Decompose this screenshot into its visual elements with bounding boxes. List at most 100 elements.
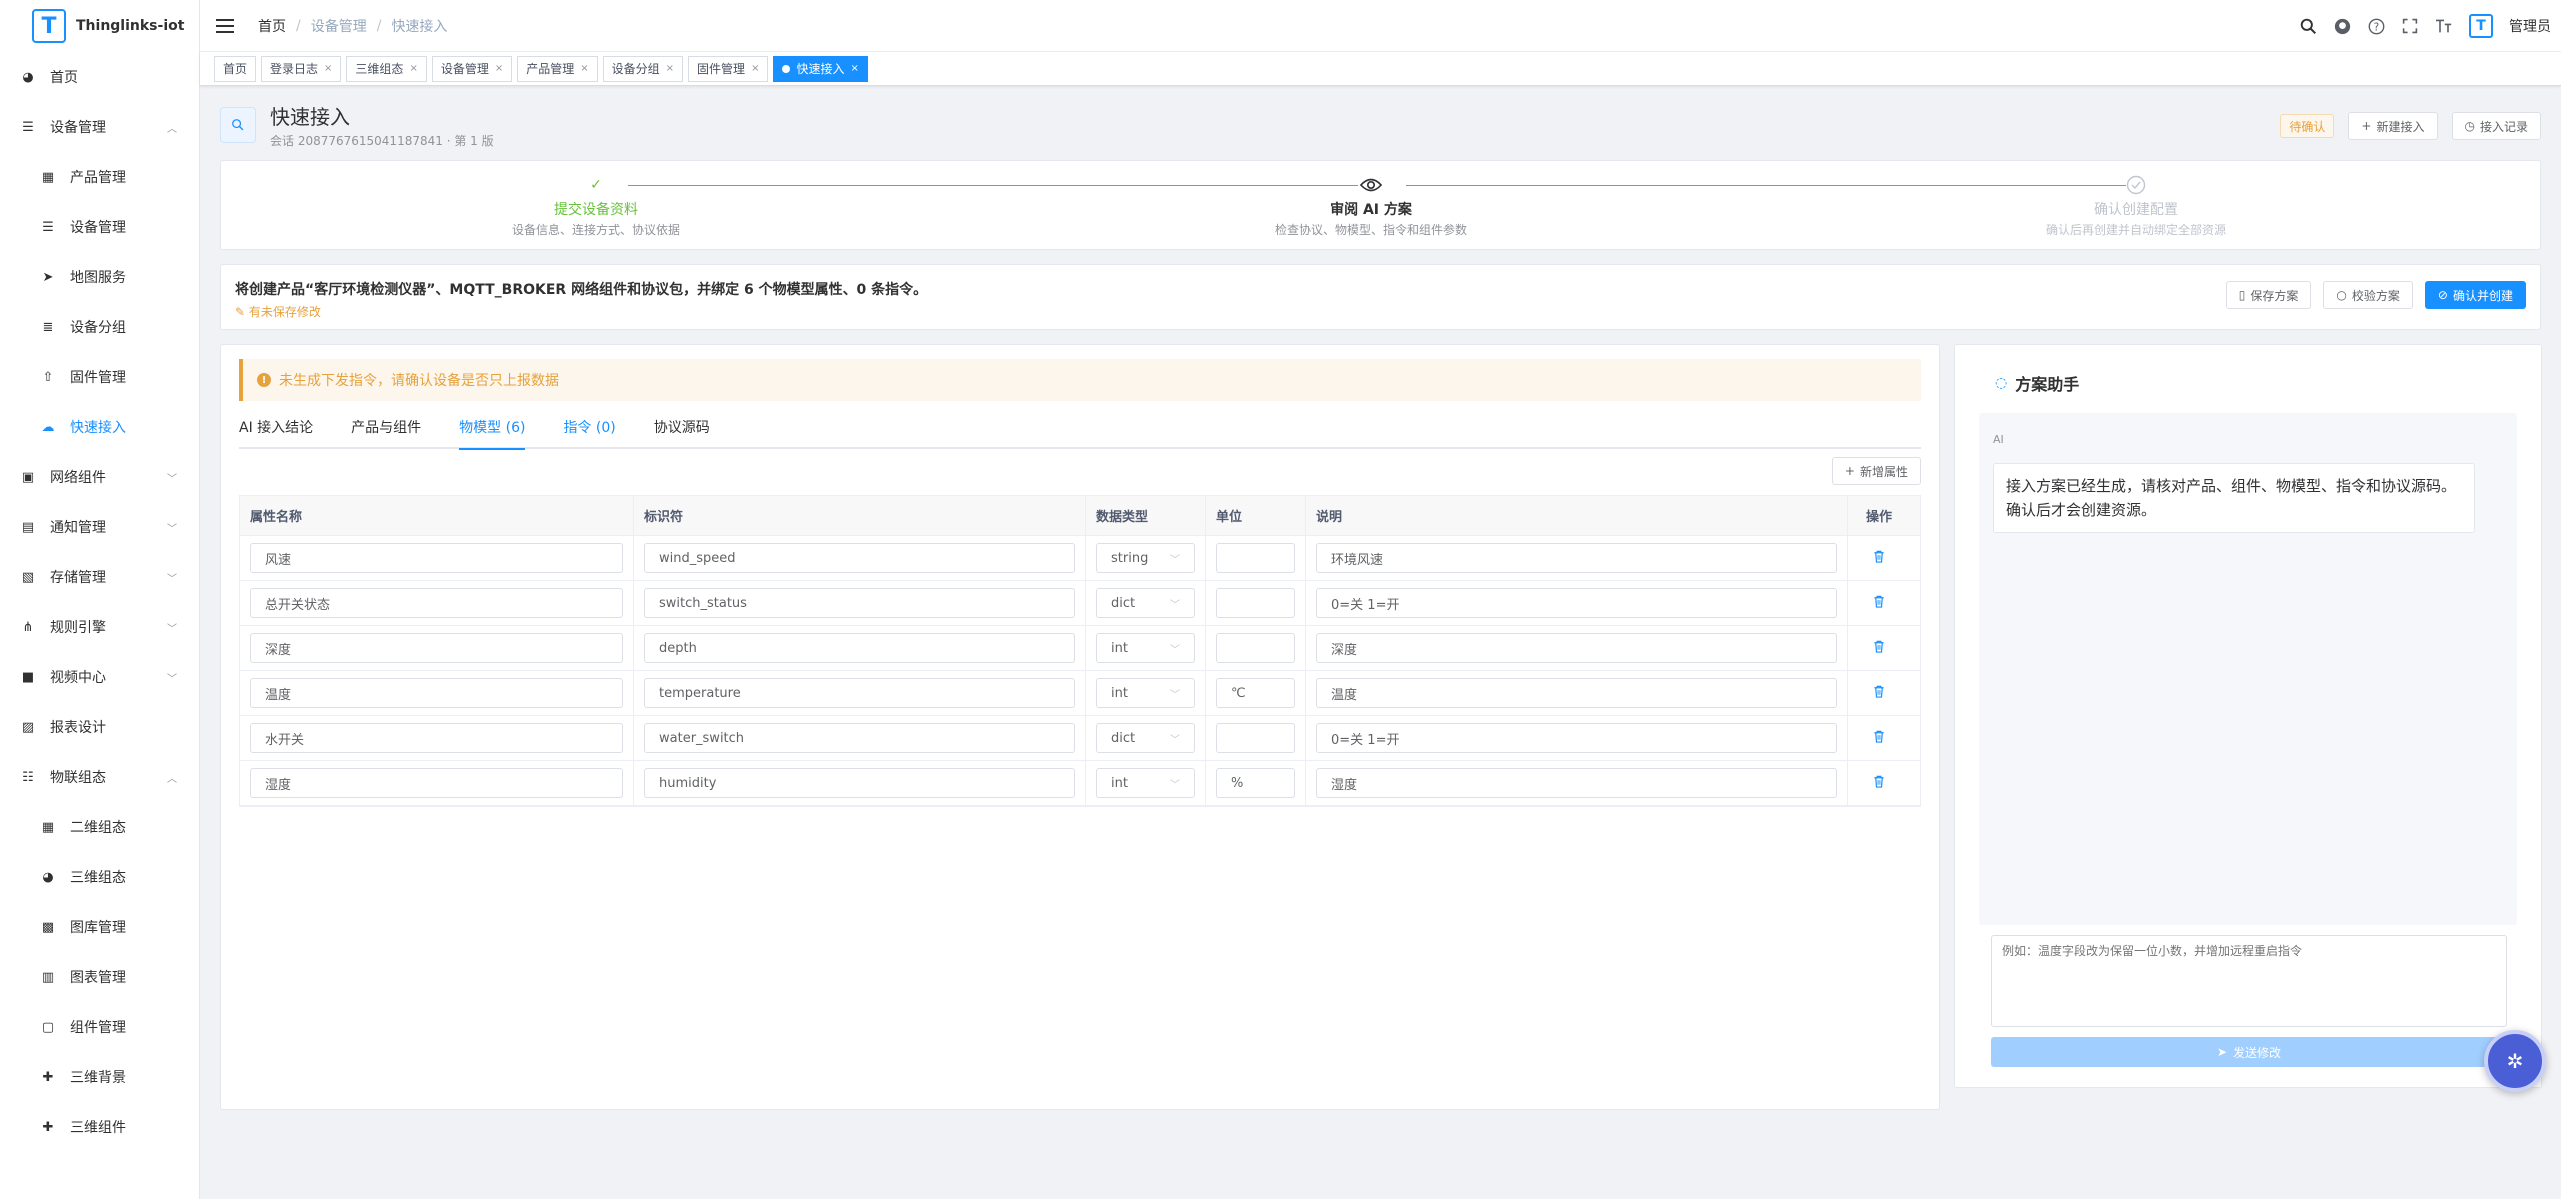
sidebar-item[interactable]: ☰ 设备管理 ︿ [0, 102, 199, 152]
app-logo[interactable]: T Thinglinks-iot [0, 0, 199, 52]
delete-icon[interactable] [1873, 640, 1885, 657]
identifier-input[interactable]: temperature [644, 678, 1075, 708]
new-access-button[interactable]: + 新建接入 [2348, 112, 2438, 140]
attribute-name-input[interactable]: 总开关状态 [250, 588, 623, 618]
sidebar-item[interactable]: ▣ 网络组件 ﹀ [0, 452, 199, 502]
send-button[interactable]: ➤ 发送修改 [1991, 1037, 2507, 1067]
attribute-name-input[interactable]: 水开关 [250, 723, 623, 753]
data-type-select[interactable]: dict ﹀ [1096, 588, 1195, 618]
search-icon[interactable] [2299, 17, 2317, 35]
description-input[interactable]: 0=关 1=开 [1316, 723, 1837, 753]
delete-icon[interactable] [1873, 550, 1885, 567]
description-input[interactable]: 深度 [1316, 633, 1837, 663]
unit-input[interactable]: ℃ [1216, 678, 1295, 708]
sidebar-item[interactable]: ▥ 图表管理 [0, 952, 199, 1002]
sidebar-item[interactable]: ■ 视频中心 ﹀ [0, 652, 199, 702]
close-icon[interactable]: × [850, 63, 858, 74]
validate-plan-button[interactable]: ○ 校验方案 [2323, 281, 2413, 309]
sidebar-item[interactable]: ☰ 设备管理 [0, 202, 199, 252]
close-icon[interactable]: × [580, 63, 588, 74]
unit-input[interactable] [1216, 633, 1295, 663]
delete-icon[interactable] [1873, 685, 1885, 702]
unit-input[interactable] [1216, 723, 1295, 753]
data-type-select[interactable]: string ﹀ [1096, 543, 1195, 573]
hamburger-icon[interactable] [216, 18, 234, 33]
plan-tab[interactable]: 物模型 (6) [459, 406, 526, 450]
fullscreen-icon[interactable] [2401, 17, 2419, 35]
add-attribute-button[interactable]: + 新增属性 [1831, 457, 1921, 485]
avatar[interactable]: T [2469, 14, 2493, 38]
data-type-select[interactable]: int ﹀ [1096, 633, 1195, 663]
sidebar-item[interactable]: ✚ 三维背景 [0, 1052, 199, 1102]
tab-tag[interactable]: 首页 [214, 55, 257, 82]
close-icon[interactable]: × [409, 63, 417, 74]
attribute-name-input[interactable]: 深度 [250, 633, 623, 663]
attribute-name-input[interactable]: 风速 [250, 543, 623, 573]
attribute-name-input[interactable]: 湿度 [250, 768, 623, 798]
data-type-select[interactable]: int ﹀ [1096, 768, 1195, 798]
close-icon[interactable]: × [666, 63, 674, 74]
username[interactable]: 管理员 [2509, 16, 2551, 36]
data-type-select[interactable]: int ﹀ [1096, 678, 1195, 708]
sidebar-item[interactable]: ▩ 图库管理 [0, 902, 199, 952]
ai-assistant-float-button[interactable]: ✲ [2484, 1030, 2546, 1092]
tab-tag[interactable]: 快速接入 × [773, 55, 868, 82]
identifier-input[interactable]: switch_status [644, 588, 1075, 618]
plan-tab[interactable]: 指令 (0) [563, 406, 615, 448]
save-plan-button[interactable]: ▯ 保存方案 [2225, 281, 2312, 309]
description-input[interactable]: 环境风速 [1316, 543, 1837, 573]
unit-input[interactable] [1216, 588, 1295, 618]
tab-tag[interactable]: 三维组态 × [346, 55, 427, 82]
attribute-name-input[interactable]: 温度 [250, 678, 623, 708]
sidebar-item[interactable]: ⋔ 规则引擎 ﹀ [0, 602, 199, 652]
close-icon[interactable]: × [751, 63, 759, 74]
sidebar-item[interactable]: ➤ 地图服务 [0, 252, 199, 302]
breadcrumb-item[interactable]: 首页 [258, 16, 286, 36]
tab-tag[interactable]: 产品管理 × [517, 55, 598, 82]
data-type-select[interactable]: dict ﹀ [1096, 723, 1195, 753]
confirm-create-button[interactable]: ⊘ 确认并创建 [2424, 281, 2526, 309]
plan-tab[interactable]: 产品与组件 [351, 406, 421, 448]
sidebar-item[interactable]: ≣ 设备分组 [0, 302, 199, 352]
sidebar-item[interactable]: ▧ 存储管理 ﹀ [0, 552, 199, 602]
plan-tab[interactable]: AI 接入结论 [239, 406, 313, 448]
help-icon[interactable]: ? [2367, 17, 2385, 35]
plan-tab[interactable]: 协议源码 [654, 406, 710, 448]
identifier-input[interactable]: humidity [644, 768, 1075, 798]
tab-tag[interactable]: 设备分组 × [602, 55, 684, 82]
description-input[interactable]: 温度 [1316, 678, 1837, 708]
sidebar-item[interactable]: ▦ 产品管理 [0, 152, 199, 202]
sidebar-item-label: 三维组态 [70, 870, 126, 886]
delete-icon[interactable] [1873, 730, 1885, 747]
identifier-input[interactable]: water_switch [644, 723, 1075, 753]
chat-history[interactable]: AI 接入方案已经生成，请核对产品、组件、物模型、指令和协议源码。确认后才会创建… [1979, 413, 2517, 925]
delete-icon[interactable] [1873, 775, 1885, 792]
sidebar-item[interactable]: ▨ 报表设计 [0, 702, 199, 752]
tab-tag[interactable]: 固件管理 × [688, 55, 769, 82]
sidebar-item[interactable]: ⇧ 固件管理 [0, 352, 199, 402]
tab-tag[interactable]: 设备管理 × [431, 55, 513, 82]
close-icon[interactable]: × [324, 63, 332, 74]
sidebar-item[interactable]: ◕ 三维组态 [0, 852, 199, 902]
identifier-input[interactable]: depth [644, 633, 1075, 663]
sidebar-item[interactable]: ◕ 首页 [0, 52, 199, 102]
sidebar-item[interactable]: ▦ 二维组态 [0, 802, 199, 852]
sidebar-item[interactable]: ☁ 快速接入 [0, 402, 199, 452]
delete-icon[interactable] [1873, 595, 1885, 612]
sidebar-item[interactable]: ▢ 组件管理 [0, 1002, 199, 1052]
chat-input[interactable] [1991, 935, 2507, 1027]
close-icon[interactable]: × [495, 63, 503, 74]
description-input[interactable]: 湿度 [1316, 768, 1837, 798]
sidebar-item[interactable]: ☷ 物联组态 ︿ [0, 752, 199, 802]
breadcrumb-item[interactable]: 设备管理 [311, 16, 367, 36]
tab-tag[interactable]: 登录日志 × [261, 55, 342, 82]
access-record-button[interactable]: ◷ 接入记录 [2451, 112, 2541, 140]
unit-input[interactable] [1216, 543, 1295, 573]
identifier-input[interactable]: wind_speed [644, 543, 1075, 573]
sidebar-item[interactable]: ✚ 三维组件 [0, 1102, 199, 1152]
font-size-icon[interactable] [2435, 17, 2453, 35]
sidebar-item[interactable]: ▤ 通知管理 ﹀ [0, 502, 199, 552]
unit-input[interactable]: % [1216, 768, 1295, 798]
github-icon[interactable] [2333, 17, 2351, 35]
description-input[interactable]: 0=关 1=开 [1316, 588, 1837, 618]
